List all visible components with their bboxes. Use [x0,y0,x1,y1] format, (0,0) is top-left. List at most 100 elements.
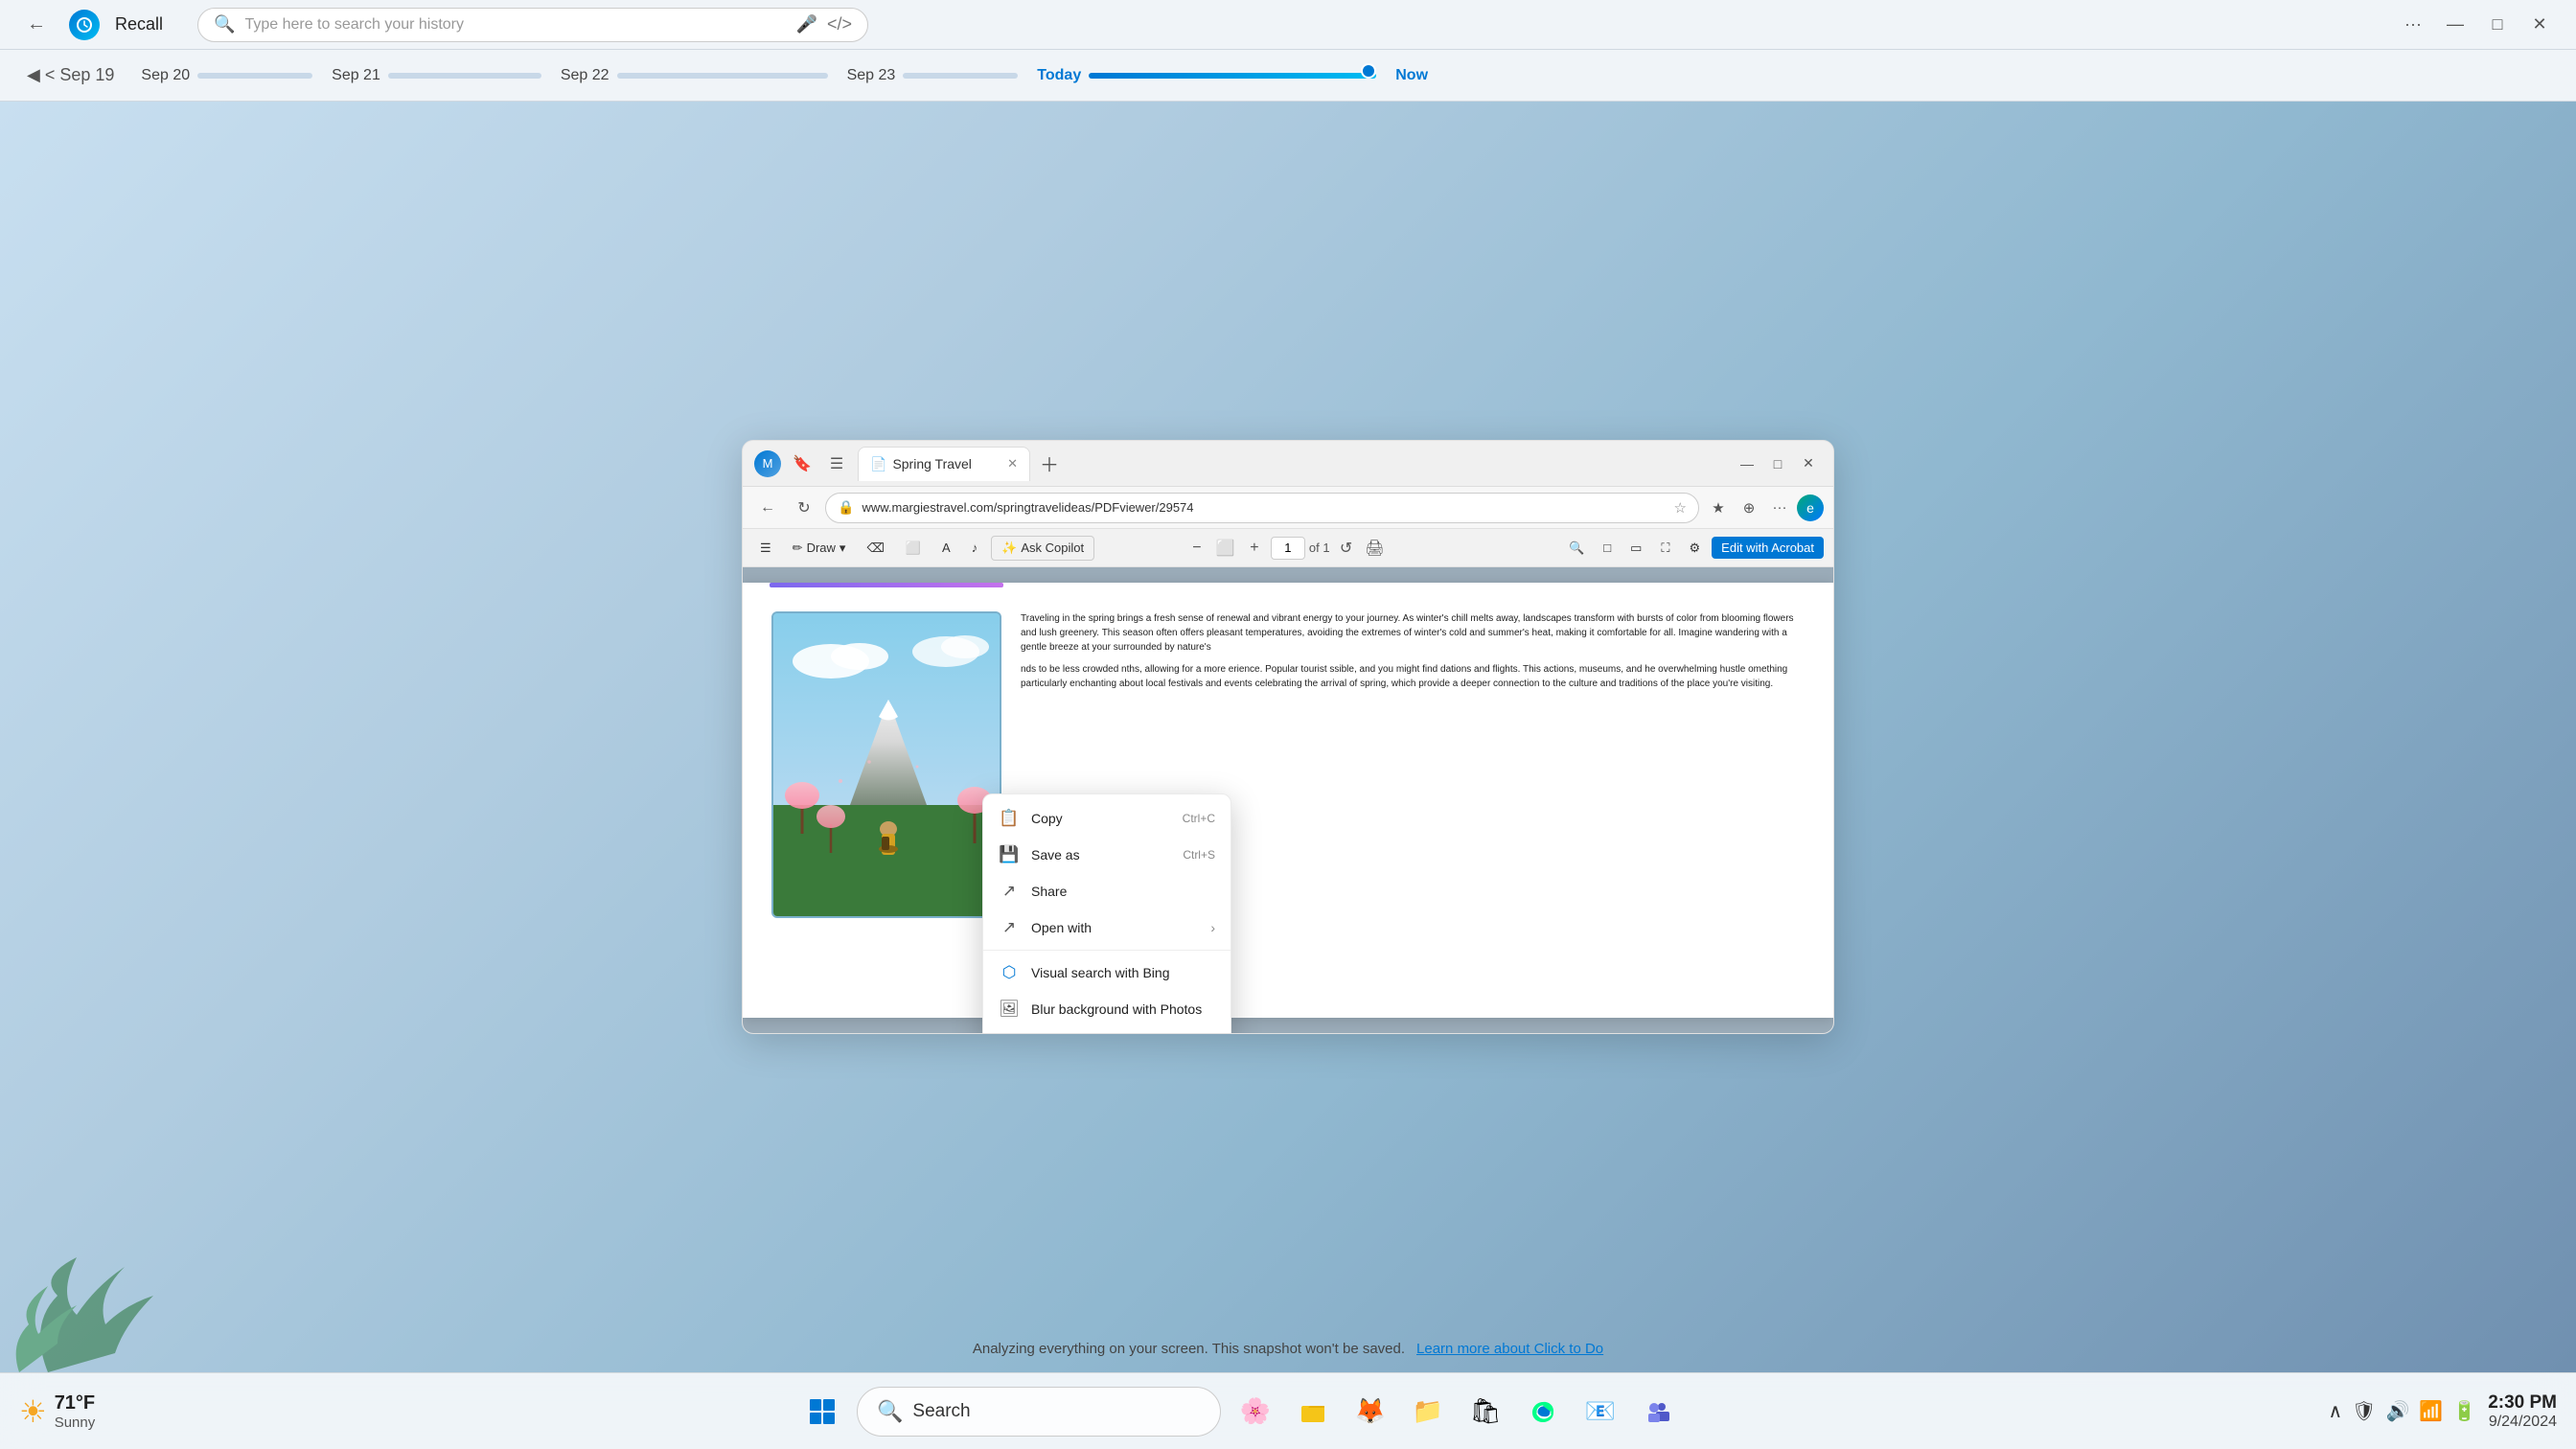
browser-back-button[interactable]: ← [752,493,783,523]
browser-ext-btn-1[interactable]: 🔖 [789,450,816,477]
taskbar-clock[interactable]: 2:30 PM 9/24/2024 [2488,1392,2557,1431]
pdf-present-button[interactable]: ⛶ [1653,537,1677,560]
ctx-bing-search-item[interactable]: ⬡ Visual search with Bing [983,954,1230,991]
ctx-copy-shortcut: Ctrl+C [1183,812,1215,825]
ctx-copy-label: Copy [1031,811,1171,826]
weather-widget[interactable]: ☀ 71°F Sunny [19,1392,95,1431]
browser-maximize-button[interactable]: □ [1764,450,1791,477]
browser-tabs: 📄 Spring Travel ✕ ＋ [858,447,1726,481]
ctx-saveas-item[interactable]: 💾 Save as Ctrl+S [983,837,1230,873]
taskbar-start-button[interactable] [797,1387,847,1437]
pdf-toolbar: ☰ ✏ Draw ▾ ⌫ ⬜ A ♪ [743,529,1833,567]
browser-active-tab[interactable]: 📄 Spring Travel ✕ [858,447,1030,481]
timeline-sep22-label: Sep 22 [561,67,610,84]
browser-collections-button[interactable]: ⊕ [1736,494,1762,521]
pdf-view-icon: ⬜ [906,540,921,556]
pdf-refresh-button[interactable]: ↺ [1334,536,1359,561]
recall-titlebar: ← Recall 🔍 Type here to search your hist… [0,0,2576,50]
pdf-toolbar-right: 🔍 □ ▭ ⛶ ⚙ Edit with Acrobat [1561,537,1824,560]
pdf-edit-with-acrobat-button[interactable]: Edit with Acrobat [1712,537,1824,559]
pdf-view-button[interactable]: ⬜ [898,537,929,560]
timeline-sep23: Sep 23 [847,67,1019,84]
pdf-draw-button[interactable]: ✏ Draw ▾ [785,537,854,560]
pdf-ask-copilot-button[interactable]: ✨ Ask Copilot [991,536,1094,561]
browser-refresh-button[interactable]: ↻ [789,493,819,523]
ctx-share-item[interactable]: ↗ Share [983,873,1230,909]
taskbar-app-explorer2[interactable]: 📁 [1403,1387,1453,1437]
recall-close-button[interactable]: ✕ [2522,8,2557,42]
tray-network-icon[interactable]: 📶 [2419,1399,2443,1423]
ctx-openwith-item[interactable]: ↗ Open with › [983,909,1230,946]
timeline-sep21-track [388,73,541,79]
browser-tab-bar: M 🔖 ☰ 📄 Spring Travel ✕ ＋ — □ ✕ [743,441,1833,487]
browser-window-controls: — □ ✕ [1734,450,1822,477]
browser-minimize-button[interactable]: — [1734,450,1760,477]
pdf-paragraph-2: nds to be less crowded nths, allowing fo… [1021,662,1805,691]
timeline-prev-button[interactable]: ◀ < Sep 19 [19,61,122,89]
weather-info: 71°F Sunny [55,1392,96,1431]
browser-toolbar-extras: ★ ⊕ ··· e [1705,494,1824,521]
ctx-blur-item[interactable]: 🖼 Blur background with Photos [983,991,1230,1027]
pdf-zoom-out-button[interactable]: − [1184,536,1209,561]
taskbar-app-edge[interactable] [1518,1387,1568,1437]
tray-security-icon[interactable]: 🛡 [2352,1399,2376,1423]
timeline-sep20-track [197,73,312,79]
recall-code-icon[interactable]: </> [827,14,852,34]
ctx-openwith-arrow: › [1210,920,1215,935]
taskbar-search-button[interactable]: 🔍 Search [857,1387,1221,1437]
ctx-share-icon: ↗ [999,882,1020,901]
browser-more-button[interactable]: ··· [1766,494,1793,521]
browser-profile-icon[interactable]: M [754,450,781,477]
recall-mic-icon[interactable]: 🎤 [796,14,817,34]
pdf-annotations-button[interactable]: ☰ [752,537,779,560]
browser-edge-icon: e [1797,494,1824,521]
pdf-single-page-button[interactable]: □ [1596,537,1619,559]
address-url-text: www.margiestravel.com/springtravelideas/… [862,500,1666,515]
pdf-read-button[interactable]: ♪ [964,537,986,559]
recall-window-controls: ··· — □ ✕ [2396,8,2557,42]
pdf-two-page-button[interactable]: ▭ [1622,537,1649,560]
recall-back-button[interactable]: ← [19,8,54,42]
tray-battery-icon[interactable]: 🔋 [2452,1399,2476,1423]
pdf-draw-chevron: ▾ [840,540,846,556]
browser-collections-btn[interactable]: ☰ [823,450,850,477]
taskbar-app-firefox[interactable]: 🦊 [1346,1387,1395,1437]
pdf-zoom-in-button[interactable]: + [1242,536,1267,561]
browser-tab-close-button[interactable]: ✕ [1007,456,1018,472]
browser-close-button[interactable]: ✕ [1795,450,1822,477]
pdf-settings-button[interactable]: ⚙ [1682,537,1709,560]
pdf-page-controls: − ⬜ + of 1 ↺ 🖨 [1184,536,1388,561]
taskbar-app-mail[interactable]: 📧 [1576,1387,1625,1437]
ctx-share-label: Share [1031,884,1215,899]
recall-maximize-button[interactable]: □ [2480,8,2515,42]
timeline-sep20: Sep 20 [141,67,312,84]
taskbar-app-teams[interactable] [1633,1387,1683,1437]
taskbar-app-store[interactable]: 🛍 [1460,1387,1510,1437]
pdf-print-button[interactable]: 🖨 [1363,536,1388,561]
pdf-fit-page-button[interactable]: ⬜ [1213,536,1238,561]
browser-address-bar[interactable]: 🔒 www.margiestravel.com/springtravelidea… [825,493,1699,523]
browser-new-tab-button[interactable]: ＋ [1034,449,1065,477]
ctx-copy-item[interactable]: 📋 Copy Ctrl+C [983,800,1230,837]
taskbar-app-file-explorer[interactable] [1288,1387,1338,1437]
timeline-sep21-label: Sep 21 [332,67,380,84]
pdf-edit-label: Edit with Acrobat [1721,540,1814,555]
pdf-page-number-input[interactable] [1271,537,1305,560]
pdf-image[interactable] [771,611,1001,918]
recall-search-bar[interactable]: 🔍 Type here to search your history 🎤 </> [197,8,868,42]
address-star-icon[interactable]: ☆ [1674,499,1687,517]
browser-favorite-button[interactable]: ★ [1705,494,1732,521]
taskbar-search-icon: 🔍 [877,1399,903,1424]
tray-chevron-icon[interactable]: ∧ [2328,1399,2342,1423]
tray-audio-icon[interactable]: 🔊 [2385,1399,2409,1423]
pdf-erase-button[interactable]: ⌫ [859,537,891,560]
ctx-erase-item[interactable]: 🖼 Erase objects with Photos [983,1027,1230,1033]
recall-minimize-button[interactable]: — [2438,8,2472,42]
edge-browser-icon [1530,1398,1556,1425]
pdf-text-button[interactable]: A [934,537,958,559]
recall-more-button[interactable]: ··· [2396,8,2430,42]
browser-tab-title: Spring Travel [892,456,971,472]
pdf-annotations-icon: ☰ [760,540,771,556]
pdf-search-button[interactable]: 🔍 [1561,537,1592,560]
taskbar-app-widgets[interactable]: 🌸 [1230,1387,1280,1437]
